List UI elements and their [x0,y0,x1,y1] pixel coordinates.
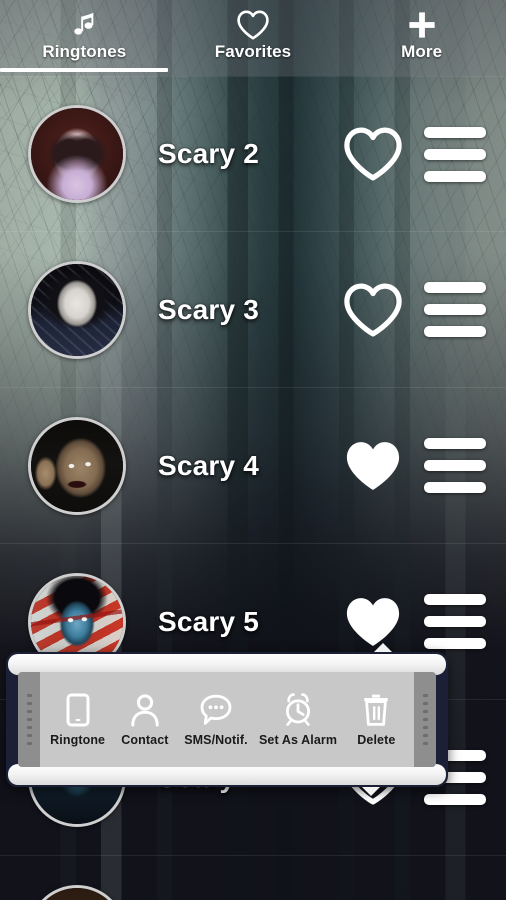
list-item[interactable]: Scary 2 [0,76,506,232]
active-tab-indicator [0,68,168,72]
heart-filled-icon [346,441,400,490]
ringtone-title: Scary 5 [158,605,260,637]
hamburger-bar [424,326,486,337]
row-options-button[interactable] [412,126,498,182]
heart-outline-icon [344,127,402,181]
speech-bubble-icon [199,692,233,728]
hamburger-bar [424,170,486,182]
hamburger-bar [424,482,486,493]
hamburger-bar [424,282,486,293]
tab-more-label: More [401,42,443,61]
phone-icon [63,692,93,728]
action-set-as-alarm-label: Set As Alarm [258,733,338,747]
avatar[interactable] [28,105,126,203]
possessed-girl-thumbnail [31,108,123,200]
tab-ringtones-label: Ringtones [42,42,127,61]
heart-outline-icon [344,282,402,337]
list-item[interactable]: Scary 4 [0,388,506,544]
action-sms-notif-label: SMS/Notif. [184,733,248,747]
action-popup[interactable]: Ringtone Contact SMS/Notif. Set As Alarm… [6,643,448,796]
cropped-thumbnail [31,887,123,900]
grinning-zombie-thumbnail [31,419,123,512]
popup-arrow-down-icon [362,787,380,796]
plus-icon [406,9,438,41]
avatar[interactable] [28,260,126,359]
favorite-toggle[interactable] [334,125,412,183]
tab-more[interactable]: More [337,0,506,76]
alarm-clock-icon [280,692,316,728]
action-delete[interactable]: Delete [348,692,404,747]
action-delete-label: Delete [357,733,396,747]
action-contact-label: Contact [121,733,169,747]
heart-filled-icon [346,597,400,646]
hamburger-bar [424,616,486,627]
favorite-toggle[interactable] [334,593,412,651]
popup-actions: Ringtone Contact SMS/Notif. Set As Alarm… [40,672,414,767]
popup-body: Ringtone Contact SMS/Notif. Set As Alarm… [18,672,436,767]
avatar[interactable] [28,416,126,515]
hamburger-bar [424,594,486,605]
ringtone-title: Scary 2 [158,138,260,169]
action-ringtone-label: Ringtone [50,733,106,747]
favorite-toggle[interactable] [334,281,412,339]
hamburger-bar [424,126,486,138]
heart-outline-icon [236,9,270,41]
list-item[interactable]: Scary 3 [0,232,506,388]
action-ringtone[interactable]: Ringtone [50,692,106,747]
hamburger-bar [424,304,486,315]
action-sms-notif[interactable]: SMS/Notif. [184,692,248,747]
popup-right-grip[interactable] [414,672,436,767]
popup-arrow-up-icon [374,643,392,652]
action-contact[interactable]: Contact [117,692,173,747]
ringtone-title: Scary 4 [158,449,260,481]
music-note-icon [69,9,99,41]
hamburger-bar [424,148,486,160]
ringtone-title: Scary 3 [158,293,260,325]
tab-favorites-label: Favorites [214,42,292,61]
popup-bottom-bar [8,764,446,785]
popup-left-grip[interactable] [18,672,40,767]
row-options-button[interactable] [412,594,498,649]
row-options-button[interactable] [412,438,498,493]
hamburger-bar [424,460,486,471]
hamburger-bar [424,794,486,805]
masked-figure-thumbnail [31,263,123,356]
app-root: Ringtones Favorites More Scary 2 Scary 3… [0,0,506,900]
row-options-button[interactable] [412,282,498,337]
tab-ringtones[interactable]: Ringtones [0,0,169,76]
avatar[interactable] [28,884,126,900]
action-set-as-alarm[interactable]: Set As Alarm [259,692,337,747]
top-tab-bar: Ringtones Favorites More [0,0,506,76]
tab-favorites[interactable]: Favorites [169,0,338,76]
trash-icon [361,692,391,728]
list-item[interactable] [0,856,506,900]
person-icon [130,692,160,728]
hamburger-bar [424,438,486,449]
favorite-toggle[interactable] [334,437,412,495]
hamburger-bar [424,638,486,649]
